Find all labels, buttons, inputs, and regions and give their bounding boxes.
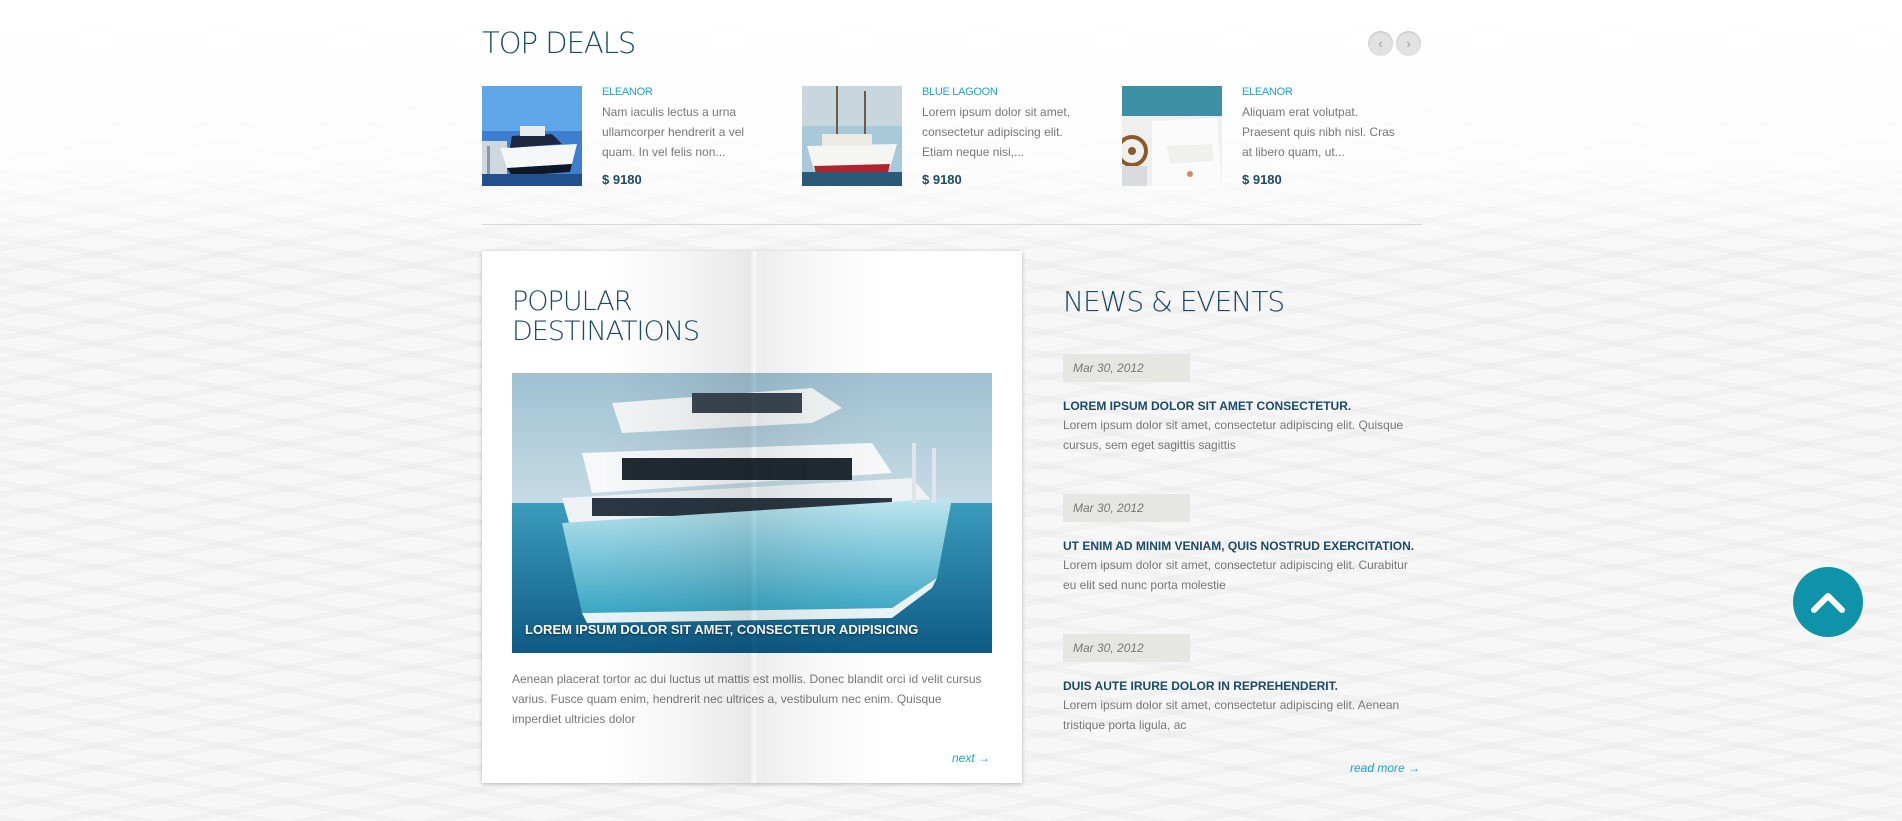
news-heading[interactable]: DUIS AUTE IRURE DOLOR IN REPREHENDERIT. xyxy=(1063,679,1423,693)
deal-name[interactable]: ELEANOR xyxy=(1242,86,1293,98)
chevron-left-icon: ‹ xyxy=(1378,36,1383,51)
deals-nav: ‹ › xyxy=(1368,31,1421,56)
deal-item: BLUE LAGOON Lorem ipsum dolor sit amet, … xyxy=(802,86,1092,196)
deal-price: $ 9180 xyxy=(922,172,962,187)
deals-next-button[interactable]: › xyxy=(1396,31,1421,56)
chevron-up-icon xyxy=(1811,593,1845,613)
news-item: Mar 30, 2012 UT ENIM AD MINIM VENIAM, QU… xyxy=(1063,494,1423,595)
news-date: Mar 30, 2012 xyxy=(1063,354,1190,382)
top-deals-title: TOP DEALS xyxy=(482,26,636,60)
news-excerpt: Lorem ipsum dolor sit amet, consectetur … xyxy=(1063,698,1400,732)
deal-item: ELEANOR Nam iaculis lectus a urna ullamc… xyxy=(482,86,772,196)
deal-description: Aliquam erat volutpat. Praesent quis nib… xyxy=(1242,105,1395,159)
deals-prev-button[interactable]: ‹ xyxy=(1368,31,1393,56)
deal-thumbnail[interactable] xyxy=(1122,86,1222,186)
deal-item: ELEANOR Aliquam erat volutpat. Praesent … xyxy=(1122,86,1412,196)
deal-description: Lorem ipsum dolor sit amet, consectetur … xyxy=(922,105,1071,159)
destination-description: Aenean placerat tortor ac dui luctus ut … xyxy=(512,672,982,726)
section-divider xyxy=(482,224,1422,225)
destination-caption: LOREM IPSUM DOLOR SIT AMET, CONSECTETUR … xyxy=(525,622,919,637)
read-more-link[interactable]: read more → xyxy=(1350,761,1420,775)
deal-thumbnail[interactable] xyxy=(802,86,902,186)
scroll-to-top-button[interactable] xyxy=(1793,567,1863,637)
news-excerpt: Lorem ipsum dolor sit amet, consectetur … xyxy=(1063,418,1404,452)
news-excerpt: Lorem ipsum dolor sit amet, consectetur … xyxy=(1063,558,1408,592)
news-events-title: NEWS & EVENTS xyxy=(1063,285,1285,318)
chevron-right-icon: › xyxy=(1406,36,1411,51)
popular-destinations-title: POPULAR DESTINATIONS xyxy=(512,286,700,347)
popular-destinations-card: POPULAR DESTINATIONS LOREM IPSUM DOLOR S… xyxy=(482,251,1022,783)
destination-image[interactable]: LOREM IPSUM DOLOR SIT AMET, CONSECTETUR … xyxy=(512,373,992,653)
deal-name[interactable]: BLUE LAGOON xyxy=(922,86,998,98)
deal-price: $ 9180 xyxy=(602,172,642,187)
deal-name[interactable]: ELEANOR xyxy=(602,86,653,98)
news-date: Mar 30, 2012 xyxy=(1063,634,1190,662)
news-item: Mar 30, 2012 DUIS AUTE IRURE DOLOR IN RE… xyxy=(1063,634,1423,735)
deal-thumbnail[interactable] xyxy=(482,86,582,186)
news-heading[interactable]: LOREM IPSUM DOLOR SIT AMET CONSECTETUR. xyxy=(1063,399,1423,413)
next-link[interactable]: next → xyxy=(952,751,990,765)
deal-price: $ 9180 xyxy=(1242,172,1282,187)
news-date: Mar 30, 2012 xyxy=(1063,494,1190,522)
deal-description: Nam iaculis lectus a urna ullamcorper he… xyxy=(602,105,745,159)
news-heading[interactable]: UT ENIM AD MINIM VENIAM, QUIS NOSTRUD EX… xyxy=(1063,539,1423,553)
news-item: Mar 30, 2012 LOREM IPSUM DOLOR SIT AMET … xyxy=(1063,354,1423,455)
